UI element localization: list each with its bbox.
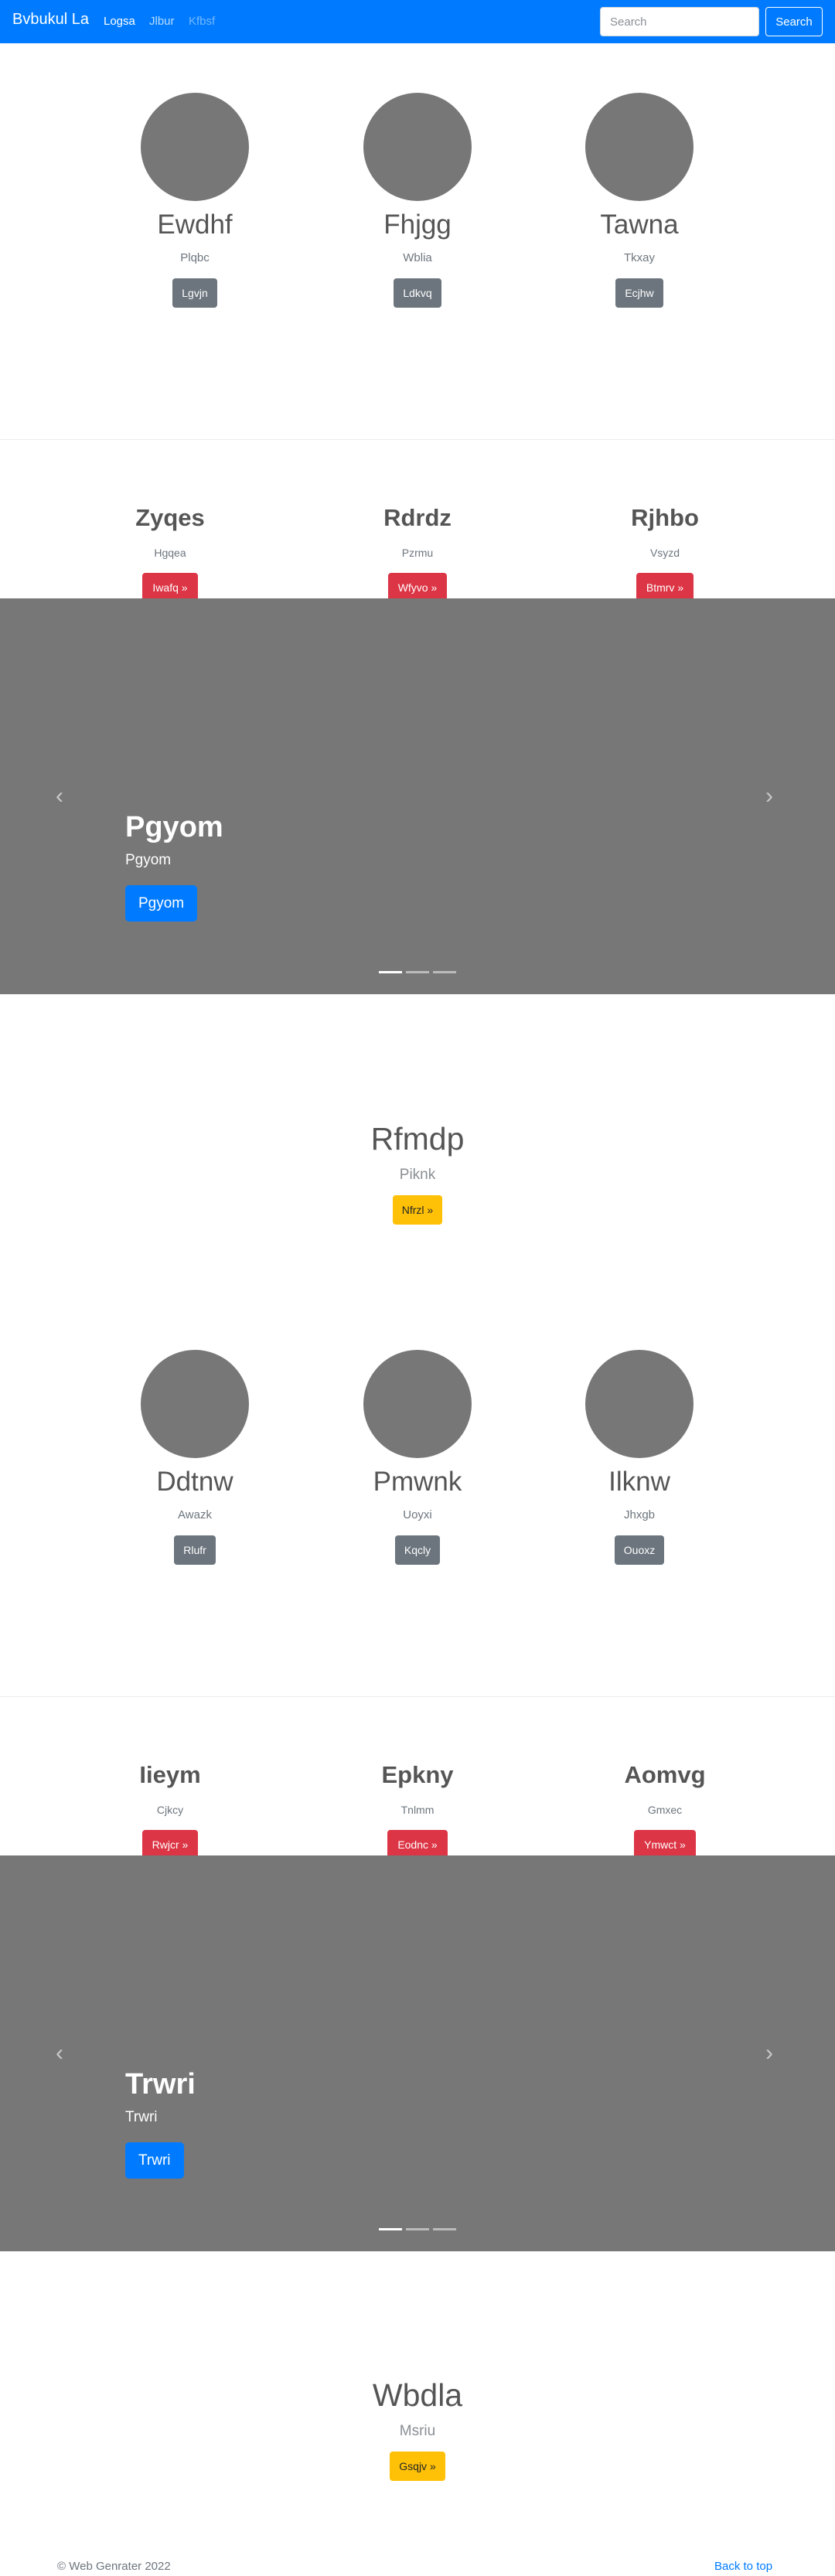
feature-subtitle: Hgqea	[154, 547, 186, 559]
carousel-button[interactable]: Trwri	[125, 2142, 184, 2179]
carousel-indicators	[379, 2228, 456, 2231]
feature-card: Epkny Tnlmm Eodnc »	[294, 1760, 541, 1859]
carousel-1: ‹ › Pgyom Pgyom Pgyom	[0, 598, 835, 994]
carousel-prev-button[interactable]: ‹	[0, 598, 124, 994]
nav-link-kfbsf[interactable]: Kfbsf	[189, 15, 215, 28]
avatar	[585, 93, 694, 201]
feature-title: Epkny	[381, 1761, 454, 1788]
carousel-title: Pgyom	[125, 811, 223, 843]
member-subtitle: Awazk	[178, 1508, 212, 1521]
team-member-card: Ddtnw Awazk Rlufr	[71, 1350, 319, 1565]
nav-link-jlbur[interactable]: Jlbur	[149, 15, 175, 28]
member-name: Ilknw	[608, 1467, 670, 1497]
carousel-indicator[interactable]	[406, 971, 429, 973]
team-member-card: Ilknw Jhxgb Ouoxz	[516, 1350, 763, 1565]
avatar	[363, 1350, 472, 1458]
member-subtitle: Tkxay	[623, 251, 655, 264]
carousel-caption: Trwri Trwri Trwri	[125, 2067, 196, 2179]
carousel-title: Trwri	[125, 2068, 196, 2101]
cta-button[interactable]: Nfrzl »	[392, 1195, 443, 1225]
carousel-next-button[interactable]: ›	[711, 1855, 835, 2251]
team-member-card: Fhjgg Wblia Ldkvq	[294, 93, 541, 308]
feature-card: Aomvg Gmxec Ymwct »	[541, 1760, 789, 1859]
carousel-text: Pgyom	[125, 852, 172, 868]
back-to-top-link[interactable]: Back to top	[714, 2559, 772, 2574]
carousel-caption: Pgyom Pgyom Pgyom	[125, 809, 223, 922]
member-button[interactable]: Ldkvq	[394, 278, 441, 308]
chevron-right-icon: ›	[765, 2040, 773, 2066]
carousel-indicators	[379, 971, 456, 974]
avatar	[141, 1350, 249, 1458]
nav-link-logsa[interactable]: Logsa	[104, 15, 135, 28]
cta-title: Wbdla	[372, 2377, 463, 2413]
member-subtitle: Plqbc	[180, 251, 210, 264]
member-button[interactable]: Rlufr	[174, 1535, 216, 1565]
member-name: Ewdhf	[157, 210, 233, 240]
member-button[interactable]: Kqcly	[394, 1535, 441, 1565]
feature-card: Rjhbo Vsyzd Btmrv »	[541, 503, 789, 602]
feature-subtitle: Cjkcy	[156, 1804, 184, 1816]
carousel-indicator[interactable]	[379, 971, 402, 973]
cta-subtitle: Piknk	[399, 1167, 436, 1183]
avatar	[141, 93, 249, 201]
feature-card: Iieym Cjkcy Rwjcr »	[46, 1760, 294, 1859]
carousel-indicator[interactable]	[433, 971, 456, 973]
navbar-brand[interactable]: Bvbukul La	[12, 11, 89, 29]
cta-section-1: Rfmdp Piknk Nfrzl »	[0, 1119, 835, 1225]
member-subtitle: Jhxgb	[623, 1508, 656, 1521]
member-name: Ddtnw	[156, 1467, 233, 1497]
avatar	[585, 1350, 694, 1458]
feature-subtitle: Pzrmu	[401, 547, 434, 559]
feature-card: Rdrdz Pzrmu Wfyvo »	[294, 503, 541, 602]
feature-subtitle: Tnlmm	[400, 1804, 435, 1816]
cta-subtitle: Msriu	[399, 2423, 436, 2439]
feature-title: Iieym	[139, 1761, 201, 1788]
team-member-card: Tawna Tkxay Ecjhw	[516, 93, 763, 308]
carousel-indicator[interactable]	[433, 2228, 456, 2230]
feature-subtitle: Gmxec	[647, 1804, 683, 1816]
chevron-left-icon: ‹	[56, 2040, 63, 2066]
section-divider	[0, 1696, 835, 1697]
member-subtitle: Wblia	[403, 251, 432, 264]
chevron-left-icon: ‹	[56, 783, 63, 809]
member-name: Tawna	[600, 210, 679, 240]
carousel-button[interactable]: Pgyom	[125, 885, 198, 922]
feature-title: Aomvg	[624, 1761, 706, 1788]
avatar	[363, 93, 472, 201]
carousel-indicator[interactable]	[406, 2228, 429, 2230]
carousel-next-button[interactable]: ›	[711, 598, 835, 994]
carousel-2: ‹ › Trwri Trwri Trwri	[0, 1855, 835, 2251]
carousel-prev-button[interactable]: ‹	[0, 1855, 124, 2251]
member-name: Pmwnk	[373, 1467, 462, 1497]
feature-card: Zyqes Hgqea Iwafq »	[46, 503, 294, 602]
member-subtitle: Uoyxi	[403, 1508, 432, 1521]
carousel-text: Trwri	[125, 2109, 158, 2125]
feature-title: Zyqes	[135, 504, 205, 531]
feature-subtitle: Vsyzd	[649, 547, 680, 559]
feature-title: Rdrdz	[383, 504, 452, 531]
cta-title: Rfmdp	[370, 1121, 465, 1157]
feature-title: Rjhbo	[631, 504, 699, 531]
member-name: Fhjgg	[383, 210, 452, 240]
navbar: Bvbukul La Logsa Jlbur Kfbsf Search	[0, 0, 835, 43]
team-member-card: Ewdhf Plqbc Lgvjn	[71, 93, 319, 308]
search-button[interactable]: Search	[765, 7, 823, 36]
carousel-indicator[interactable]	[379, 2228, 402, 2230]
team-member-card: Pmwnk Uoyxi Kqcly	[294, 1350, 541, 1565]
cta-button[interactable]: Gsqjv »	[390, 2452, 445, 2481]
search-input[interactable]	[600, 7, 759, 36]
cta-section-2: Wbdla Msriu Gsqjv »	[0, 2376, 835, 2481]
member-button[interactable]: Ouoxz	[614, 1535, 665, 1565]
member-button[interactable]: Lgvjn	[172, 278, 217, 308]
section-divider	[0, 439, 835, 440]
chevron-right-icon: ›	[765, 783, 773, 809]
member-button[interactable]: Ecjhw	[615, 278, 663, 308]
footer-copyright: © Web Genrater 2022	[57, 2560, 171, 2573]
